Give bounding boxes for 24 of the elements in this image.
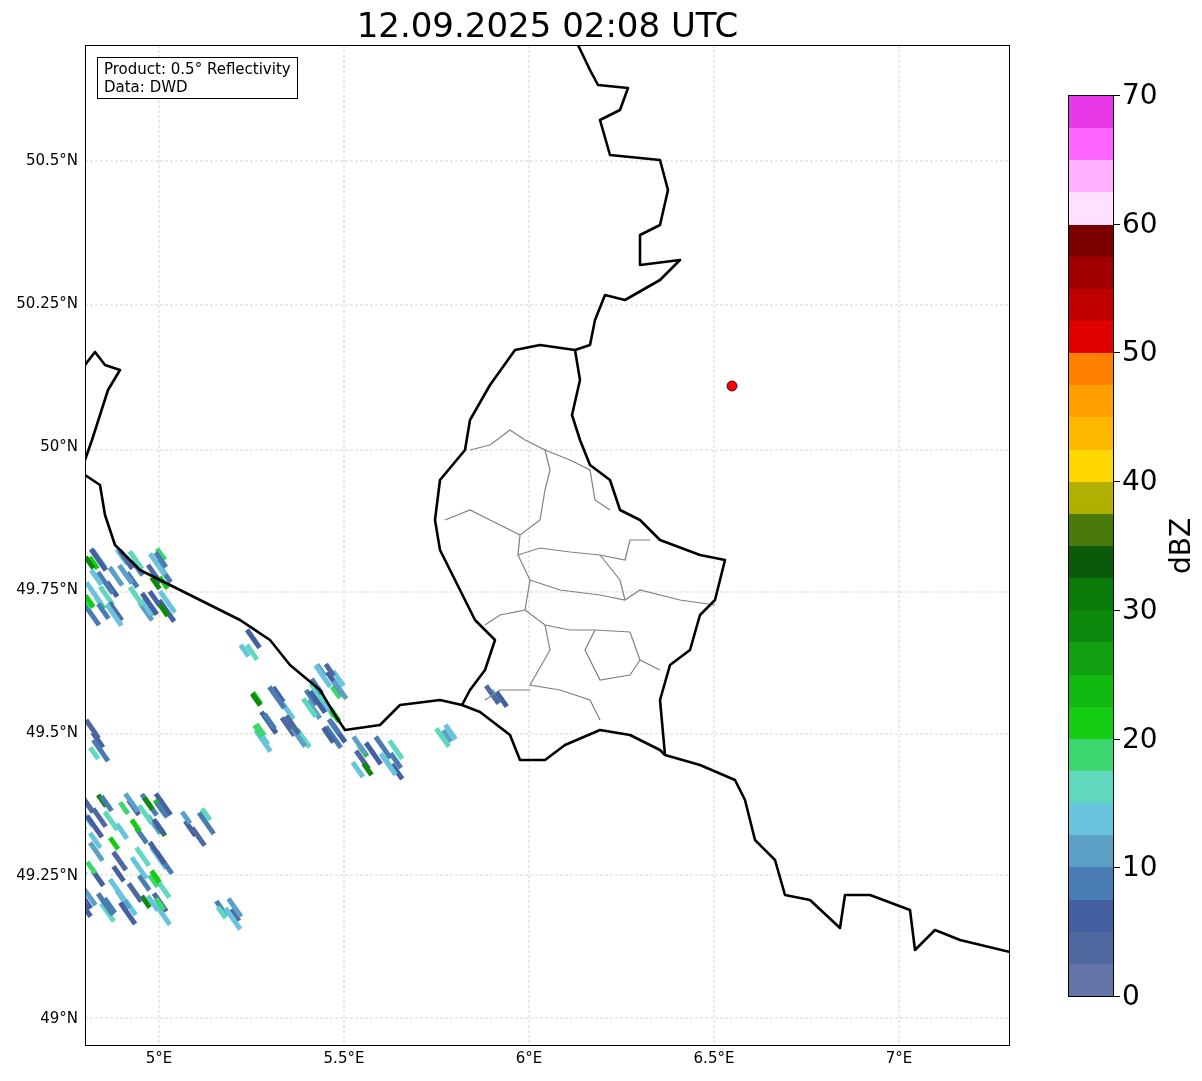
colorbar-tick-label: 0	[1122, 980, 1140, 1012]
longitude-label: 5°E	[144, 1049, 174, 1067]
colorbar-tick-label: 20	[1122, 722, 1158, 755]
longitude-label: 6.5°E	[692, 1049, 736, 1067]
latitude-label: 49.5°N	[25, 723, 78, 741]
colorbar-tick-label: 70	[1122, 79, 1158, 111]
colorbar-tick-label: 40	[1122, 465, 1158, 498]
info-text: Data: DWD	[104, 78, 189, 96]
colorbar-tick-label: 60	[1122, 207, 1158, 240]
latitude-label: 50°N	[40, 437, 78, 455]
latitude-label: 50.25°N	[16, 294, 78, 312]
chart-title: 12.09.2025 02:08 UTC	[356, 5, 739, 45]
longitude-label: 7°E	[884, 1049, 914, 1067]
colorbar-tick-label: 10	[1122, 851, 1158, 884]
latitude-label: 49°N	[40, 1009, 78, 1027]
latitude-label: 49.75°N	[16, 580, 78, 598]
colorbar-label: dBZ	[1166, 517, 1196, 575]
latitude-label: 50.5°N	[25, 151, 78, 169]
longitude-label: 5.5°E	[322, 1049, 366, 1067]
colorbar-tick-label: 30	[1122, 593, 1158, 626]
colorbar-tick-label: 50	[1122, 336, 1158, 369]
info-text: Product: 0.5° Reflectivity	[104, 60, 291, 78]
latitude-label: 49.25°N	[16, 866, 78, 884]
longitude-label: 6°E	[514, 1049, 544, 1067]
